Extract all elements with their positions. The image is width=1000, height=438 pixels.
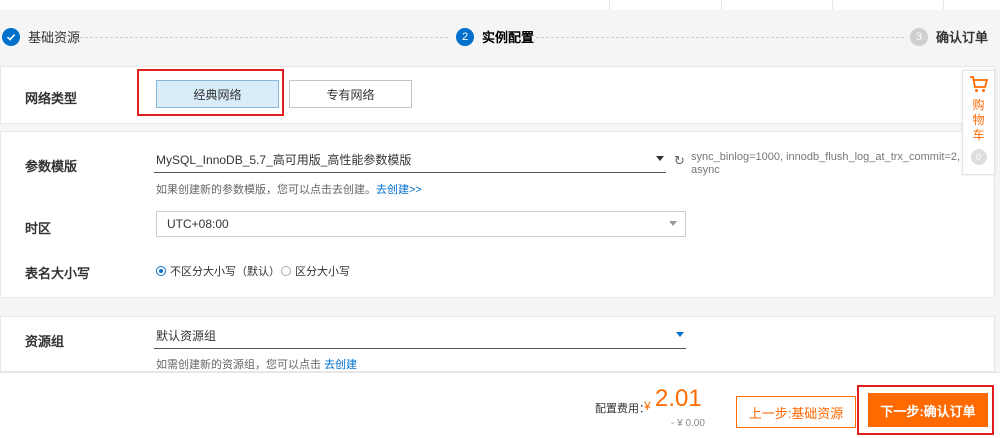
param-template-tip: sync_binlog=1000, innodb_flush_log_at_tr… — [691, 151, 961, 176]
divider — [609, 0, 610, 10]
table-case-label: 表名大小写 — [25, 266, 91, 281]
previous-step-button[interactable]: 上一步:基础资源 — [736, 396, 856, 428]
case-sensitive-option[interactable]: 区分大小写 — [281, 263, 350, 279]
divider — [721, 0, 722, 10]
step-progress: 基础资源 2 实例配置 3 确认订单 — [0, 10, 1000, 65]
timezone-value: UTC+08:00 — [167, 217, 229, 231]
divider — [832, 0, 833, 10]
divider — [943, 0, 944, 10]
refresh-icon[interactable]: ↻ — [674, 153, 685, 169]
chevron-down-icon — [676, 332, 684, 337]
param-template-select[interactable]: MySQL_InnoDB_5.7_高可用版_高性能参数模版 — [154, 147, 666, 173]
step-connector — [80, 37, 448, 38]
radio-label: 区分大小写 — [295, 266, 350, 278]
resource-group-panel: 资源组 默认资源组 如需创建新的资源组，您可以点击 去创建 — [0, 316, 995, 372]
chevron-down-icon — [669, 221, 677, 226]
step-label: 基础资源 — [28, 30, 81, 45]
cart-count: 0 — [970, 149, 987, 165]
fee-label: 配置费用： — [595, 403, 650, 415]
footer-bar: 配置费用： ¥ 2.01 - ¥ 0.00 上一步:基础资源 下一步:确认订单 — [0, 372, 1000, 438]
resource-group-select[interactable]: 默认资源组 — [154, 323, 686, 349]
cart-label: 物 — [972, 113, 985, 127]
highlight-box — [857, 385, 994, 435]
create-resource-group-link[interactable]: 去创建 — [324, 359, 357, 371]
radio-selected[interactable] — [156, 266, 166, 276]
hint-text: 如需创建新的资源组，您可以点击 — [156, 359, 321, 371]
param-template-value: MySQL_InnoDB_5.7_高可用版_高性能参数模版 — [156, 153, 412, 167]
radio-label: 不区分大小写（默认） — [170, 266, 280, 278]
hint-text: 如果创建新的参数模版，您可以点击去创建。 — [156, 184, 376, 196]
cart-label: 购 — [972, 98, 985, 112]
cart-label: 车 — [972, 128, 985, 142]
shopping-cart[interactable]: 购 物 车 0 — [962, 70, 995, 175]
network-panel: 网络类型 经典网络 专有网络 — [0, 66, 995, 124]
param-template-label: 参数模版 — [25, 159, 78, 174]
step-connector — [536, 37, 904, 38]
highlight-box — [137, 69, 284, 116]
step-label: 确认订单 — [936, 30, 989, 45]
check-icon — [2, 27, 20, 46]
step-label: 实例配置 — [482, 30, 535, 45]
currency-symbol: ¥ — [644, 399, 651, 413]
resource-group-hint: 如需创建新的资源组，您可以点击 去创建 — [156, 356, 357, 372]
resource-group-value: 默认资源组 — [156, 329, 217, 343]
param-template-hint: 如果创建新的参数模版，您可以点击去创建。去创建>> — [156, 181, 422, 197]
vpc-network-option[interactable]: 专有网络 — [289, 80, 412, 108]
step-number: 2 — [456, 27, 474, 46]
network-type-label: 网络类型 — [25, 91, 78, 106]
instance-params-panel: 参数模版 MySQL_InnoDB_5.7_高可用版_高性能参数模版 ↻ syn… — [0, 131, 995, 298]
timezone-label: 时区 — [25, 221, 52, 236]
discount-amount: - ¥ 0.00 — [671, 418, 705, 429]
step-basic-resources: 基础资源 — [2, 27, 80, 46]
top-strip — [0, 0, 1000, 10]
cart-icon — [969, 75, 989, 98]
case-insensitive-option[interactable]: 不区分大小写（默认） — [156, 263, 280, 279]
create-template-link[interactable]: 去创建>> — [376, 184, 422, 196]
radio-unselected[interactable] — [281, 266, 291, 276]
step-instance-config: 2 实例配置 — [456, 27, 534, 46]
chevron-down-icon — [656, 156, 664, 161]
step-number: 3 — [910, 27, 928, 46]
step-confirm-order: 3 确认订单 — [910, 27, 988, 46]
resource-group-label: 资源组 — [25, 334, 65, 349]
timezone-select[interactable]: UTC+08:00 — [156, 211, 686, 237]
fee-amount: 2.01 — [655, 385, 702, 412]
